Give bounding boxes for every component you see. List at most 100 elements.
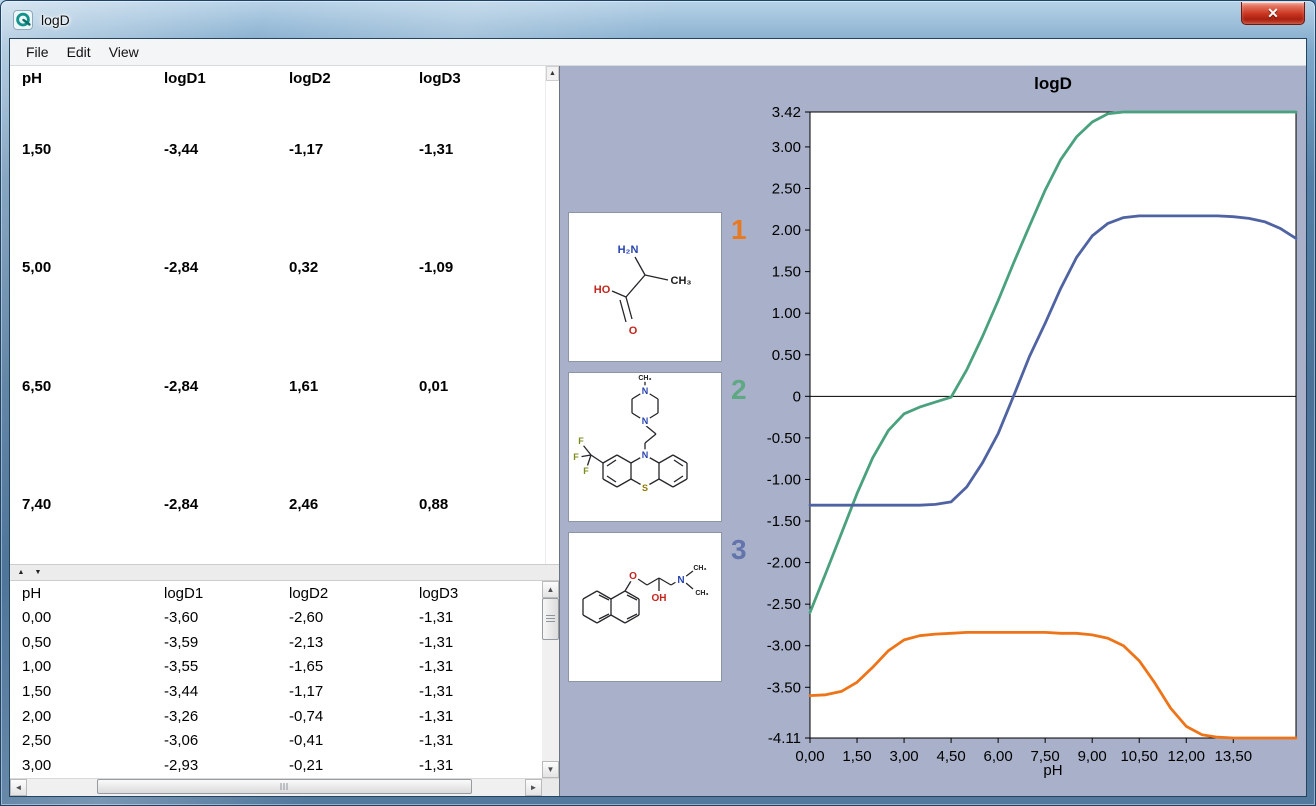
titlebar[interactable]: logD ✕ [1,1,1315,38]
structure-number-2: 2 [731,376,747,404]
bond-line [645,425,656,434]
table-row[interactable]: 3,00-2,93-0,21-1,31 [10,753,542,778]
cell: -1,17 [285,679,415,704]
table-row[interactable]: 0,00-3,60-2,60-1,31 [10,605,542,630]
cell: -1,65 [285,654,415,679]
atom-label: OH [652,593,667,604]
scroll-track-horizontal[interactable] [27,779,525,796]
vertical-scrollbar: ▲ ▼ [542,581,559,778]
atom-label: F [583,466,589,476]
atom-label: H₂N [618,244,639,256]
bond-line [607,476,616,482]
scroll-thumb-horizontal[interactable] [97,779,472,794]
atom-label: CH₃ [693,565,706,572]
atom-label: CH₃ [671,275,692,287]
bond-line [674,476,683,482]
bond-line [617,479,631,487]
atom-label: N [677,575,684,586]
window-body: File Edit View pHlogD1logD2logD3 1,50-3,… [9,38,1307,797]
cell: -1,09 [415,209,545,328]
chart-panel: H₂NCH₃HOO 1 CH₃NNNSFFF 2 OOH [560,66,1306,796]
table-row[interactable]: 2,00-3,26-0,74-1,31 [10,704,542,729]
scroll-down-button[interactable]: ▼ [542,761,559,778]
cell: -0,74 [285,704,415,729]
x-tick-label: 3,00 [889,748,918,765]
scroll-left-button[interactable]: ◄ [10,779,27,796]
structure-thumbnail-3[interactable]: OOHNCH₃CH₃ [568,532,722,682]
desktop: logD ✕ File Edit View pHlogD1logD2logD3 … [0,0,1316,806]
top-table-header-row: pHlogD1logD2logD3 [10,66,545,90]
bond-line [673,455,687,463]
table-row[interactable]: 0,50-3,59-2,13-1,31 [10,630,542,655]
y-tick-label: -2.00 [767,555,801,572]
top-table-scrollbar: ▲ [545,66,559,564]
cell: -1,17 [285,90,415,209]
cell: -2,84 [160,446,285,565]
bond-line [626,297,632,319]
structure-thumbnail-1[interactable]: H₂N CH₃ HO O [568,212,722,362]
cell: -0,21 [285,753,415,778]
bond-line [645,434,656,443]
scroll-right-button[interactable]: ► [525,779,542,796]
cell: -2,60 [285,605,415,630]
menu-file[interactable]: File [18,41,57,63]
x-tick-label: 12,00 [1167,748,1205,765]
x-tick-label: 4,50 [936,748,965,765]
bond-line [638,579,647,585]
x-tick-label: 13,50 [1215,748,1253,765]
bond-line [625,581,631,591]
splitter-up-button[interactable]: ▲ [14,567,28,578]
bond-line [617,455,631,463]
scroll-thumb[interactable] [542,598,559,640]
y-tick-label: -2.50 [767,596,801,613]
bond-line [607,460,616,466]
bond-line [685,571,693,577]
column-header: logD2 [285,581,415,605]
x-tick-label: 6,00 [984,748,1013,765]
column-header: pH [10,581,160,605]
bottom-table: pHlogD1logD2logD3 0,00-3,60-2,60-1,310,5… [10,581,542,778]
bond-line [591,455,603,463]
menu-view[interactable]: View [101,41,147,63]
scroll-track[interactable] [542,640,559,761]
table-row[interactable]: 1,50-3,44-1,17-1,31 [10,679,542,704]
scroll-up-button[interactable]: ▲ [546,66,559,81]
table-row[interactable]: 7,40-2,842,460,88 [10,446,545,565]
table-row[interactable]: 2,50-3,06-0,41-1,31 [10,729,542,754]
y-tick-label: 3.00 [772,139,801,156]
cell: 1,50 [10,90,160,209]
column-header: logD2 [285,66,415,90]
bond-line [659,578,671,585]
atom-label: O [629,325,638,337]
cell: -2,13 [285,630,415,655]
table-row[interactable]: 1,50-3,44-1,17-1,31 [10,90,545,209]
close-button[interactable]: ✕ [1241,2,1305,25]
scroll-up-button[interactable]: ▲ [542,581,559,598]
structure-list: H₂NCH₃HOO 1 CH₃NNNSFFF 2 OOH [568,212,747,682]
atom-label: F [578,436,584,446]
cell: -1,31 [415,753,542,778]
table-row[interactable]: 6,50-2,841,610,01 [10,327,545,446]
cell: -3,44 [160,679,285,704]
cell: 0,00 [10,605,160,630]
menu-edit[interactable]: Edit [59,41,99,63]
atom-label: S [642,483,648,493]
scrollbar-corner [542,779,559,796]
x-tick-label: 0,00 [795,748,824,765]
splitter-down-button[interactable]: ▼ [31,567,45,578]
structure-thumbnail-2[interactable]: CH₃NNNSFFF [568,372,722,522]
table-splitter[interactable]: ▲ ▼ [10,564,559,581]
table-row[interactable]: 5,00-2,840,32-1,09 [10,209,545,328]
cell: 1,50 [10,679,160,704]
app-icon [13,10,33,30]
bond-line [647,578,659,585]
table-row[interactable]: 1,00-3,55-1,65-1,31 [10,654,542,679]
up-arrow-icon: ▲ [549,70,556,77]
plot-area [810,112,1296,738]
cell: 2,50 [10,729,160,754]
structure-row: OOHNCH₃CH₃ 3 [568,532,747,682]
y-tick-label: 2.00 [772,222,801,239]
up-arrow-icon: ▲ [547,585,555,594]
atom-label: HO [594,284,611,296]
atom-label: N [642,416,649,426]
